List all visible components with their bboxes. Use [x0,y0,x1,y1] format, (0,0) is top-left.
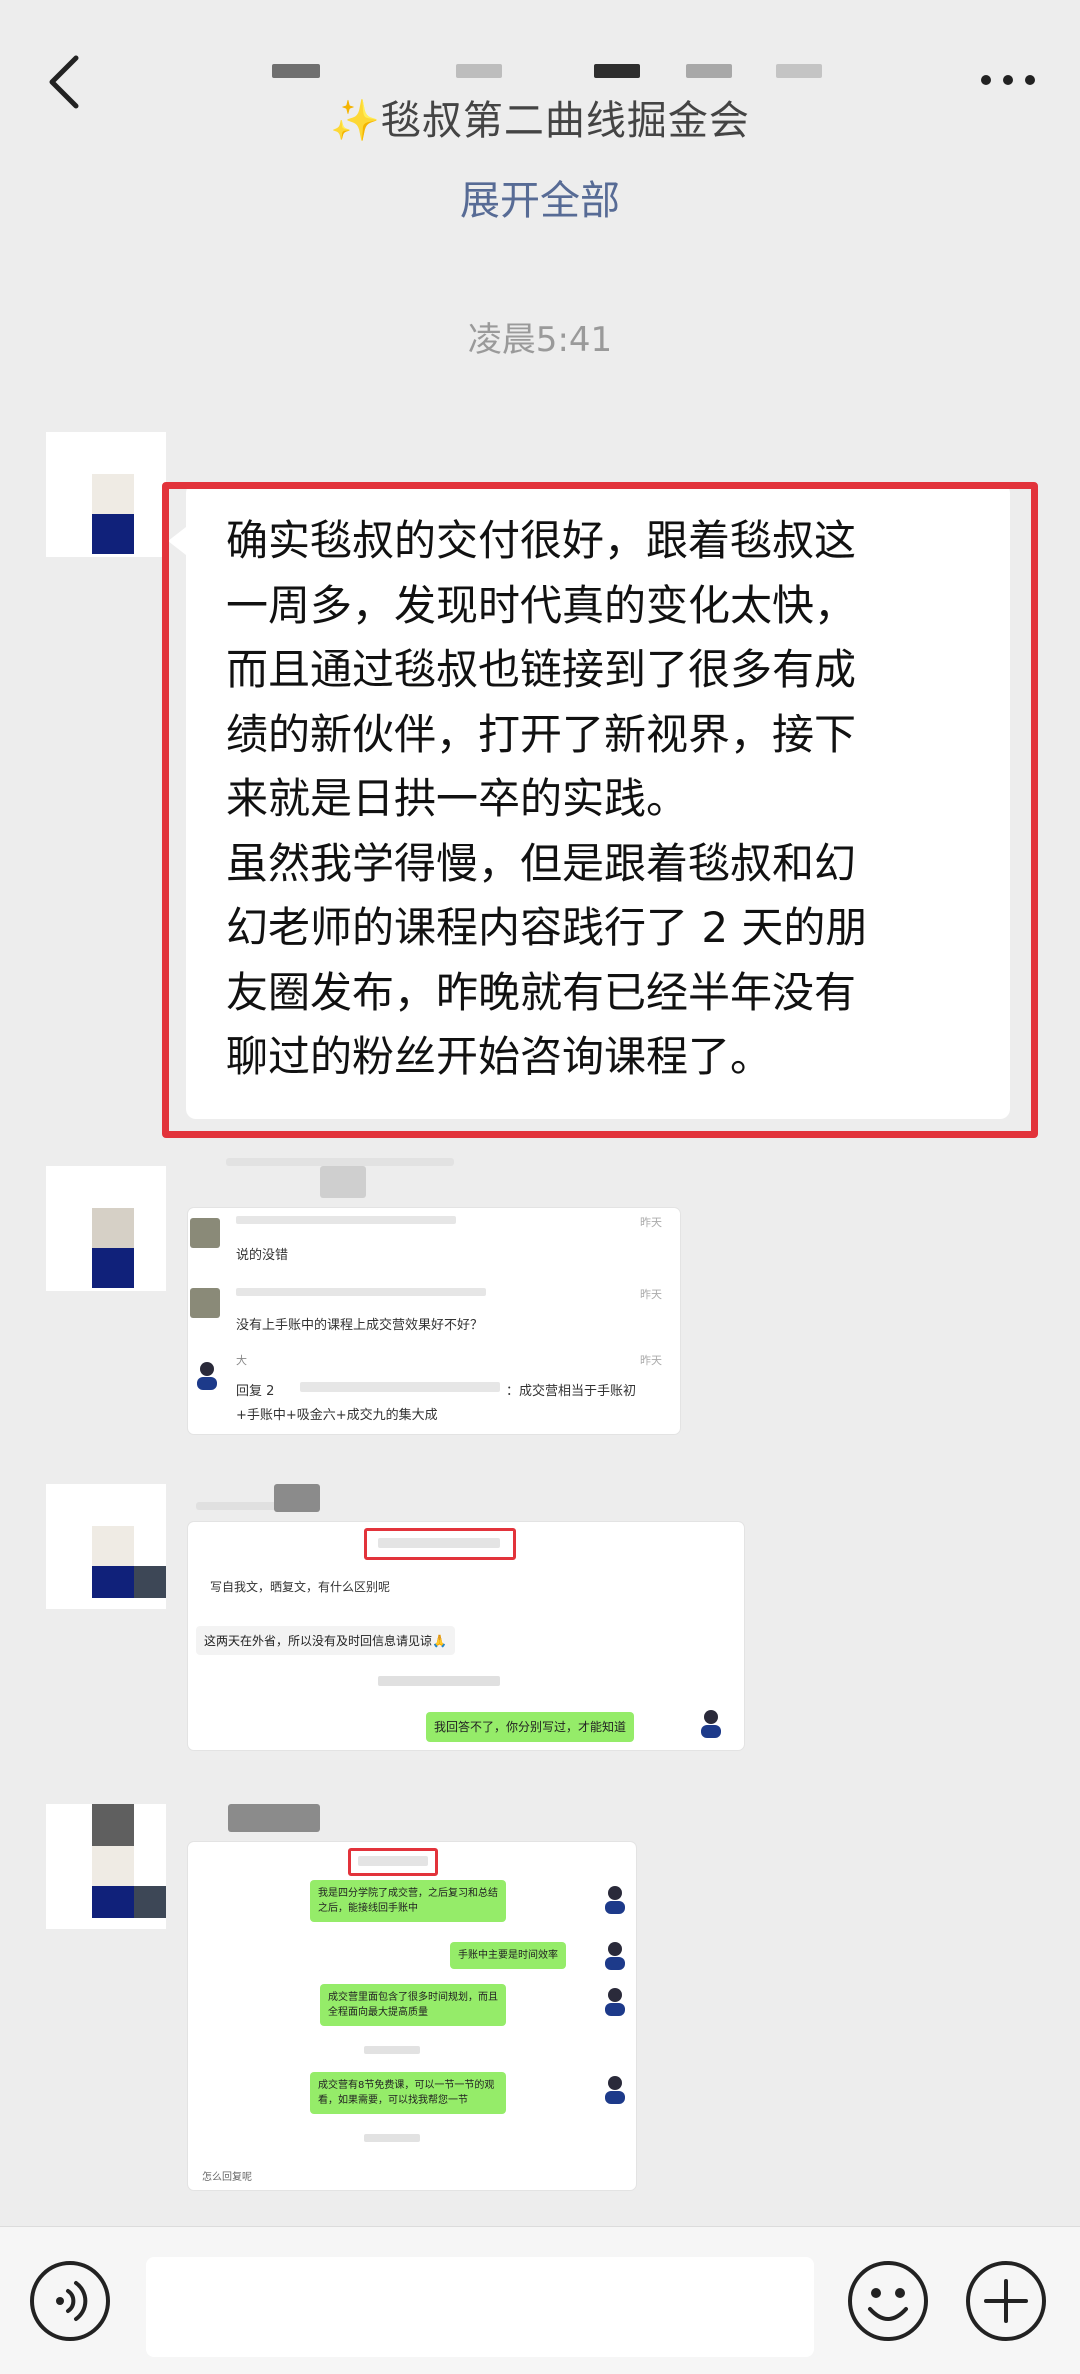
message-text: 怎么回复呢 [202,2172,252,2183]
message-bubble[interactable]: 确实毯叔的交付很好，跟着毯叔这 一周多，发现时代真的变化太快， 而且通过毯叔也链… [168,483,1010,1119]
timestamp: 昨天 [640,1216,662,1229]
avatar [605,1942,625,1970]
chat-title[interactable]: ✨毯叔第二曲线掘金会 [0,88,1080,146]
time-blur [364,2046,420,2054]
sender-name-blur [274,1484,320,1512]
avatar [197,1362,217,1390]
message-text: 确实毯叔的交付很好，跟着毯叔这 一周多，发现时代真的变化太快， 而且通过毯叔也链… [226,516,868,1081]
avatar [190,1218,220,1248]
message-bubble: 成交营里面包含了很多时间规划，而且全程面向最大提高质量 [320,1984,506,2026]
name-blur [236,1216,456,1224]
emoji-icon[interactable] [846,2259,930,2343]
reply-text: +手账中+吸金六+成交九的集大成 [236,1408,438,1423]
message-bubble: 成交营有8节免费课，可以一节一节的观看，如果需要，可以找我帮您一节 [310,2072,506,2114]
member-avatars-blur [272,64,320,78]
avatar[interactable] [46,432,166,557]
avatar [605,1988,625,2016]
avatar[interactable] [46,1166,166,1291]
member-avatars-blur [776,64,822,78]
reply-text: ：成交营相当于手账初 [506,1384,637,1399]
avatar [605,1886,625,1914]
sender-name-blur [228,1804,320,1832]
message-text: 写自我文，晒复文，有什么区别呢 [210,1580,391,1594]
plus-icon[interactable] [964,2259,1048,2343]
message-bubble: 手账中主要是时间效率 [450,1942,566,1969]
message-input[interactable] [146,2257,814,2357]
time-blur [364,2134,420,2142]
member-avatars-blur [456,64,502,78]
screenshot-image[interactable]: 我是四分学院了成交营，之后复习和总结之后，能接线回手账中 手账中主要是时间效率 … [188,1842,636,2190]
message-bubble: 这两天在外省，所以没有及时回信息请见谅🙏 [196,1626,455,1655]
message-bubble: 我是四分学院了成交营，之后复习和总结之后，能接线回手账中 [310,1880,506,1922]
screenshot-image[interactable]: 昨天 说的没错 昨天 没有上手账中的课程上成交营效果好不好？ 大 昨天 回复 2… [188,1208,680,1434]
sender-name: 大 [236,1354,247,1367]
time-blur [358,1856,428,1866]
input-bar [0,2226,1080,2374]
more-options-icon[interactable] [978,70,1038,90]
voice-input-icon[interactable] [28,2259,112,2343]
nav-bar: ✨毯叔第二曲线掘金会 [0,0,1080,160]
member-avatars-blur [594,64,640,78]
comment-text: 说的没错 [236,1248,289,1263]
member-avatars-blur [686,64,732,78]
avatar[interactable] [46,1804,166,1929]
name-blur [236,1288,486,1296]
expand-all-link[interactable]: 展开全部 [0,168,1080,226]
avatar[interactable] [46,1484,166,1609]
avatar [190,1288,220,1318]
time-blur [378,1676,500,1686]
timestamp: 昨天 [640,1288,662,1301]
message-timestamp: 凌晨5:41 [467,320,613,360]
sender-name-blur [226,1158,454,1166]
avatar [605,2076,625,2104]
comment-text: 没有上手账中的课程上成交营效果好不好？ [236,1318,484,1333]
sender-name-blur [320,1166,366,1198]
reply-text: 回复 2 [236,1384,275,1399]
timestamp: 昨天 [640,1354,662,1367]
name-blur [300,1382,500,1392]
message-bubble: 我回答不了，你分别写过，才能知道 [426,1712,635,1742]
screenshot-image[interactable]: 写自我文，晒复文，有什么区别呢 这两天在外省，所以没有及时回信息请见谅🙏 我回答… [188,1522,744,1750]
time-blur [378,1538,500,1548]
avatar [701,1710,721,1738]
